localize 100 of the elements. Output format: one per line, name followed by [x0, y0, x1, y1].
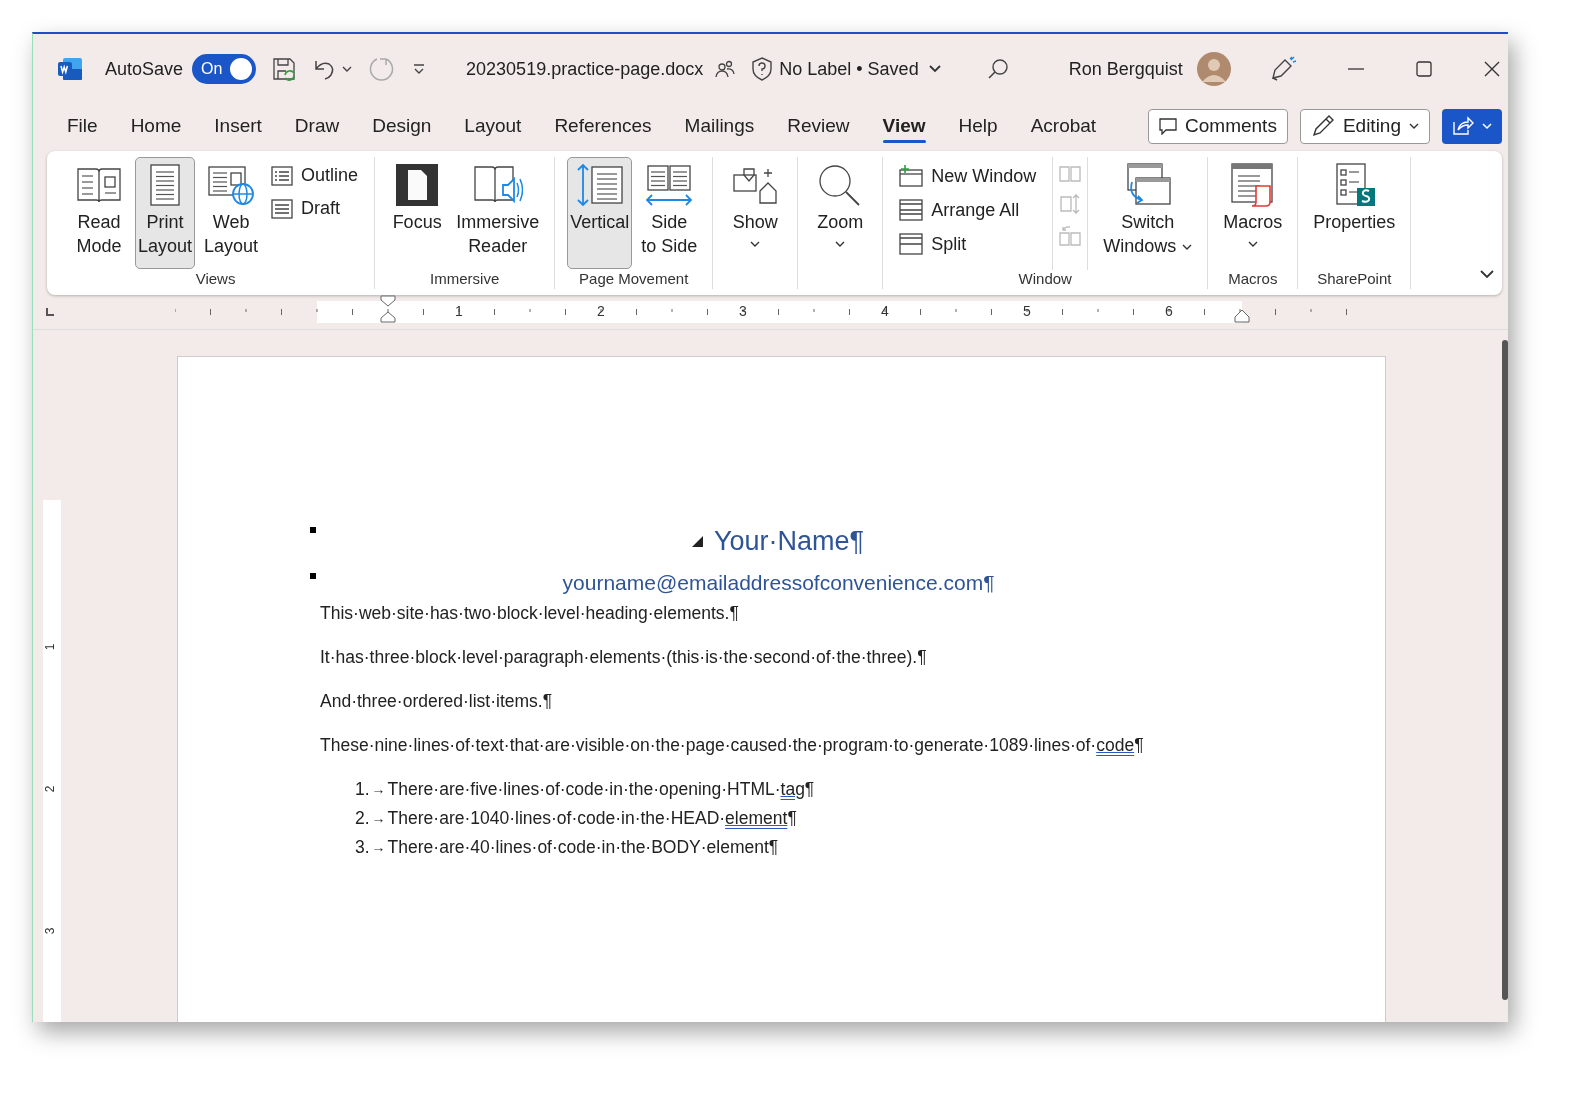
ribbon-button[interactable]: Macros	[1220, 157, 1286, 269]
ribbon-button[interactable]: Arrange All	[895, 197, 1041, 223]
paragraph: And·three·ordered·list·items.¶	[320, 690, 554, 713]
ribbon-tab[interactable]: Draw	[282, 109, 352, 143]
web-page-icon	[207, 163, 256, 207]
ruler-number: 1	[43, 643, 58, 651]
paragraph-mark	[310, 573, 316, 579]
list-number: 3.	[355, 836, 370, 859]
ribbon-button[interactable]: Zoom	[810, 157, 871, 269]
group-label: Page Movement	[578, 270, 690, 289]
group-label: Macros	[1227, 270, 1279, 289]
open-book-icon	[76, 165, 122, 205]
group-label: SharePoint	[1316, 270, 1393, 289]
ruler-number: 3	[43, 927, 58, 935]
autosave-label: AutoSave	[105, 58, 184, 80]
right-indent-marker[interactable]	[1234, 309, 1250, 323]
autosave-toggle[interactable]: On	[192, 54, 257, 84]
split-window-icon	[899, 233, 924, 255]
ribbon-button[interactable]: Split	[895, 231, 1041, 257]
ruler-number: 3	[739, 303, 747, 319]
ribbon-tab[interactable]: Help	[946, 109, 1010, 143]
tab-mark: →	[371, 838, 386, 857]
list-item: There·are·40·lines·of·code·in·the·BODY·element¶	[387, 836, 779, 859]
collapse-ribbon-icon[interactable]	[1480, 269, 1494, 279]
focus-icon	[395, 163, 440, 207]
ribbon-tab[interactable]: Insert	[202, 109, 274, 143]
ruler-number: 2	[597, 303, 605, 319]
list-item: There·are·five·lines·of·code·in·the·opening·HTML·tag¶	[387, 778, 815, 801]
share-button[interactable]	[1442, 108, 1502, 144]
ribbon-button[interactable]: Vertical	[567, 157, 633, 269]
ruler-number: 4	[881, 303, 889, 319]
ribbon-button[interactable]: Outline	[267, 163, 363, 188]
ribbon-button[interactable]: Print Layout	[135, 157, 196, 269]
ruler-number: 2	[43, 785, 58, 793]
paragraph: This·web·site·has·two·block·level·heading·elements.¶	[320, 602, 740, 625]
email-heading: yourname@emailaddressofconvenience.com¶	[561, 570, 996, 596]
ribbon-tab[interactable]: View	[870, 109, 938, 143]
name-heading: Your·Name¶	[713, 525, 865, 558]
group-label: Window	[1017, 270, 1073, 289]
ribbon-button[interactable]: Switch Windows	[1100, 157, 1196, 269]
indent-marker[interactable]	[380, 295, 396, 323]
avatar[interactable]	[1196, 52, 1231, 86]
ribbon-button[interactable]: Web Layout	[201, 157, 262, 269]
caret-icon	[1247, 240, 1258, 248]
shield-icon[interactable]	[751, 57, 774, 81]
side-pages-icon	[644, 163, 695, 207]
ribbon-button[interactable]: Read Mode	[69, 157, 129, 269]
customize-toolbar-icon[interactable]	[412, 63, 427, 75]
word-app-icon	[57, 57, 83, 81]
maximize-icon[interactable]	[1414, 60, 1433, 78]
close-icon[interactable]	[1482, 60, 1501, 78]
paragraph: It·has·three·block·level·paragraph·elements·(this·is·the·second·of·the·three).¶	[320, 646, 928, 669]
new-window-icon	[899, 165, 924, 187]
ribbon-tab[interactable]: Layout	[452, 109, 534, 143]
group-label: Views	[194, 270, 237, 289]
ruler-number: 5	[1023, 303, 1031, 319]
tab-selector-icon[interactable]	[45, 307, 55, 317]
people-icon[interactable]	[715, 59, 736, 79]
editing-mode-button[interactable]: Editing	[1299, 108, 1430, 144]
user-name: Ron Bergquist	[1068, 58, 1183, 80]
draft-page-icon	[271, 198, 294, 219]
ribbon-button[interactable]: Immersive Reader	[453, 157, 543, 269]
synchronous-scroll-icon	[1059, 193, 1082, 215]
ribbon-button[interactable]: Properties	[1310, 157, 1399, 269]
ribbon-button[interactable]: Draft	[267, 196, 363, 221]
ribbon-tab[interactable]: Design	[360, 109, 444, 143]
list-number: 1.	[355, 778, 370, 801]
ribbon-tab[interactable]: References	[542, 109, 664, 143]
ruler-number: 6	[1165, 303, 1173, 319]
paragraph: These·nine·lines·of·text·that·are·visible·on·the·page·caused·the·program·to·generate·1089·lines·of·code¶	[320, 734, 1145, 757]
comment-icon	[1159, 117, 1178, 135]
document-title: 20230519.practice-page.docx	[466, 58, 704, 80]
list-number: 2.	[355, 807, 370, 830]
caret-icon	[1482, 122, 1492, 130]
comments-button[interactable]: Comments	[1148, 108, 1288, 144]
outline-list-icon	[271, 165, 294, 186]
ribbon-tab[interactable]: Mailings	[672, 109, 767, 143]
scrollbar[interactable]	[1502, 340, 1508, 1000]
ribbon-button[interactable]: Side to Side	[638, 157, 701, 269]
ribbon-tab[interactable]: File	[55, 109, 110, 143]
side-by-side-icon	[1059, 165, 1082, 183]
save-icon[interactable]	[272, 57, 297, 81]
caret-icon[interactable]	[342, 65, 353, 73]
caret-icon	[1409, 122, 1419, 130]
sensitivity-status-button[interactable]: No Label • Saved	[779, 58, 941, 80]
ribbon-button[interactable]: New Window	[895, 163, 1041, 189]
ribbon-tab[interactable]: Acrobat	[1018, 109, 1109, 143]
arrange-windows-icon	[899, 199, 924, 221]
collapse-triangle-icon[interactable]	[690, 534, 704, 548]
reset-window-icon	[1059, 225, 1082, 247]
ribbon-tab[interactable]: Home	[118, 109, 194, 143]
ribbon-button[interactable]: Show	[725, 157, 786, 269]
caret-icon	[1182, 243, 1193, 252]
list-item: There·are·1040·lines·of·code·in·the·HEAD·element¶	[387, 807, 797, 830]
ribbon-tab[interactable]: Review	[775, 109, 862, 143]
ribbon-button[interactable]: Focus	[387, 157, 448, 269]
page-icon	[148, 163, 182, 207]
share-icon	[1452, 116, 1474, 136]
paragraph-mark	[310, 527, 316, 533]
search-icon[interactable]	[986, 58, 1009, 80]
